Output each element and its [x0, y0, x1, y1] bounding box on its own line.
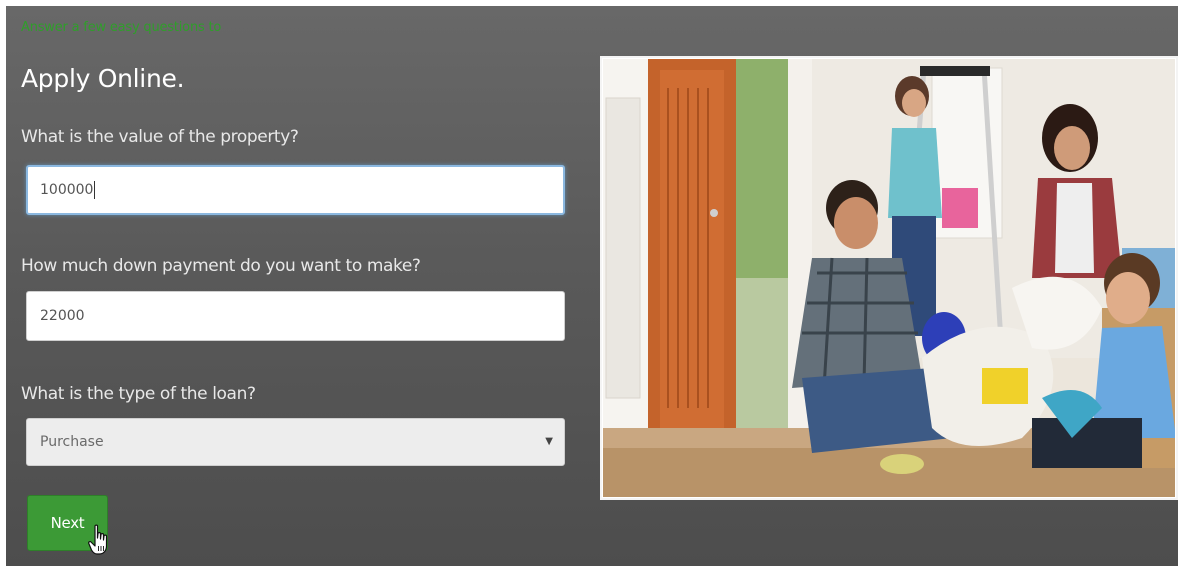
down-payment-text: 22000 [40, 308, 85, 324]
property-value-text: 100000 [40, 182, 94, 198]
hand-pointer-icon [88, 524, 108, 555]
down-payment-input[interactable]: 22000 [26, 291, 565, 341]
loan-type-label: What is the type of the loan? [21, 384, 256, 404]
property-value-label: What is the value of the property? [21, 127, 299, 147]
dropdown-arrow-icon: ▼ [545, 436, 553, 447]
text-caret [94, 181, 96, 199]
down-payment-label: How much down payment do you want to mak… [21, 256, 421, 276]
loan-application-panel: Answer a few easy questions to Apply Onl… [6, 6, 1178, 566]
photo-illustration [602, 58, 1176, 498]
tagline: Answer a few easy questions to [21, 20, 222, 35]
loan-type-select[interactable]: Purchase ▼ [26, 418, 565, 466]
family-unpacking-photo [600, 56, 1178, 500]
property-value-input[interactable]: 100000 [26, 165, 565, 215]
page-title: Apply Online. [21, 64, 185, 93]
loan-type-selected-value: Purchase [40, 434, 104, 450]
